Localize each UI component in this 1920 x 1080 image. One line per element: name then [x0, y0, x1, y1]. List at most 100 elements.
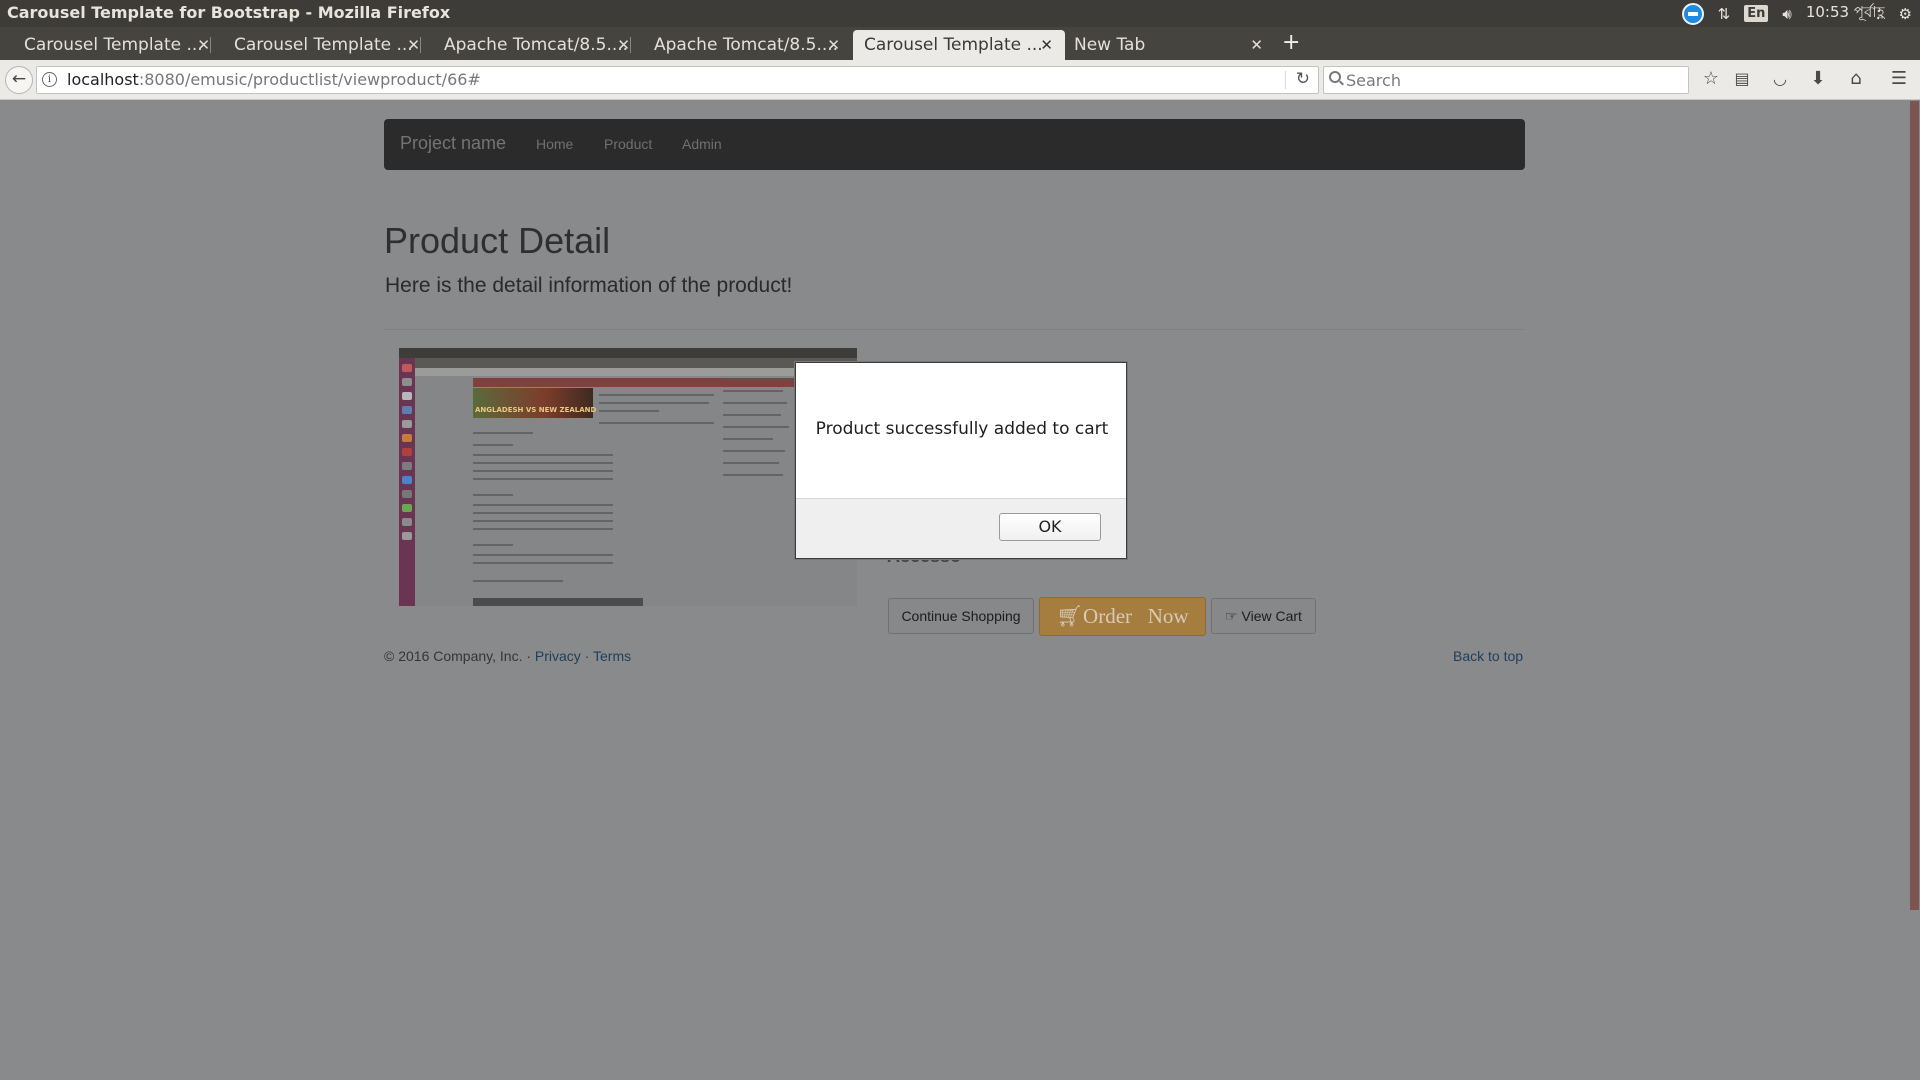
tab-label: Apache Tomcat/8.5.... [444, 35, 629, 55]
download-arrow-icon[interactable]: ⬇ [1806, 68, 1830, 90]
scrollbar-thumb[interactable] [1910, 101, 1919, 910]
launcher-icon [402, 364, 412, 372]
url-text[interactable]: localhost:8080/emusic/productlist/viewpr… [67, 70, 481, 89]
nav-link-admin[interactable]: Admin [682, 136, 722, 152]
close-tab-icon[interactable]: ✕ [617, 30, 630, 60]
tab-new-tab[interactable]: New Tab ✕ [1063, 30, 1275, 60]
thumbnail-text-line [473, 554, 613, 556]
hand-point-icon: ☞ [1225, 608, 1242, 624]
thumbnail-text-line [723, 390, 783, 392]
close-tab-icon[interactable]: ✕ [1040, 30, 1053, 60]
search-placeholder: Search [1346, 71, 1401, 90]
ok-button[interactable]: OK [999, 513, 1101, 541]
network-icon[interactable]: ⇅ [1718, 5, 1731, 23]
thumbnail-text-line [473, 528, 613, 530]
launcher-icon [402, 490, 412, 498]
site-navbar: Project name Home Product Admin [384, 119, 1525, 170]
launcher-icon [402, 462, 412, 470]
thumbnail-photo-caption: ANGLADESH VS NEW ZEALAND [475, 406, 597, 414]
thumbnail-text-line [473, 544, 513, 546]
launcher-icon [402, 518, 412, 526]
hamburger-menu-icon[interactable]: ☰ [1887, 68, 1911, 90]
tab-carousel-active[interactable]: Carousel Template ... ✕ [853, 30, 1065, 60]
new-tab-plus-icon[interactable]: + [1282, 31, 1300, 55]
dialog-message: Product successfully added to cart [815, 419, 1109, 439]
thumbnail-text-line [599, 402, 709, 404]
thumbnail-text-line [599, 394, 714, 396]
teamviewer-icon[interactable] [1681, 2, 1704, 25]
thumbnail-launcher [399, 358, 415, 606]
reload-icon[interactable]: ↻ [1296, 69, 1310, 89]
url-bar[interactable]: i localhost:8080/emusic/productlist/view… [36, 66, 1319, 94]
continue-shopping-label: Continue Shopping [901, 608, 1021, 624]
footer-separator: · [580, 648, 594, 664]
view-cart-button[interactable]: ☞ View Cart [1211, 598, 1316, 634]
close-tab-icon[interactable]: ✕ [827, 30, 840, 60]
thumbnail-text-line [473, 470, 613, 472]
footer-copyright: © 2016 Company, Inc. · Privacy · Terms [384, 648, 631, 664]
thumbnail-text-line [723, 438, 773, 440]
keyboard-layout-indicator[interactable]: En [1744, 5, 1769, 22]
navbar-brand[interactable]: Project name [400, 133, 506, 154]
volume-icon[interactable]: 🔊︎ [1782, 5, 1791, 23]
settings-gear-icon[interactable]: ⚙ [1899, 5, 1912, 23]
close-tab-icon[interactable]: ✕ [407, 30, 420, 60]
page-lead: Here is the detail information of the pr… [385, 274, 793, 297]
privacy-link[interactable]: Privacy [535, 648, 581, 664]
thumbnail-text-line [723, 462, 779, 464]
tab-tomcat-1[interactable]: Apache Tomcat/8.5.... ✕ [420, 30, 642, 60]
bookmark-star-icon[interactable]: ☆ [1699, 68, 1723, 90]
browser-tab-strip: Carousel Template ... ✕ Carousel Templat… [0, 27, 1920, 60]
thumbnail-text-line [473, 494, 513, 496]
tab-tomcat-2[interactable]: Apache Tomcat/8.5.... ✕ [630, 30, 852, 60]
tab-carousel-2[interactable]: Carousel Template ... ✕ [210, 30, 432, 60]
nav-link-home[interactable]: Home [536, 136, 573, 152]
terms-link[interactable]: Terms [593, 648, 631, 664]
alert-dialog: Product successfully added to cart OK [795, 362, 1127, 559]
thumbnail-text-line [599, 422, 714, 424]
thumbnail-text-line [473, 504, 613, 506]
thumbnail-text-line [599, 410, 659, 412]
site-info-icon[interactable]: i [42, 72, 57, 87]
page-title: Product Detail [384, 220, 611, 261]
nav-link-product[interactable]: Product [604, 136, 652, 152]
browser-toolbar: ← i localhost:8080/emusic/productlist/vi… [0, 60, 1920, 100]
launcher-icon [402, 420, 412, 428]
thumbnail-footer-bar [473, 598, 643, 606]
thumbnail-text-line [473, 462, 613, 464]
close-tab-icon[interactable]: ✕ [197, 30, 210, 60]
cart-icon: 🛒︎ [1056, 604, 1084, 628]
system-tray: ⇅ En 🔊︎ 10:53 পূর্বাহ্ণ ⚙ [1681, 0, 1920, 27]
search-input[interactable]: Search [1323, 66, 1689, 94]
tab-carousel-1[interactable]: Carousel Template ... ✕ [0, 30, 222, 60]
clock[interactable]: 10:53 পূর্বাহ্ণ [1806, 1, 1885, 26]
url-divider [1285, 71, 1286, 89]
divider [384, 329, 1525, 330]
window-title: Carousel Template for Bootstrap - Mozill… [7, 3, 451, 22]
home-icon[interactable]: ⌂ [1844, 68, 1868, 90]
tab-label: New Tab [1074, 35, 1146, 55]
tab-label: Carousel Template ... [864, 35, 1043, 55]
pocket-icon[interactable]: ◡ [1768, 68, 1792, 90]
tab-label: Carousel Template ... [234, 35, 413, 55]
reading-list-icon[interactable]: ▤ [1730, 68, 1754, 90]
thumbnail-text-line [473, 432, 533, 434]
thumbnail-text-line [723, 414, 781, 416]
dialog-footer: OK [796, 498, 1126, 558]
launcher-icon [402, 448, 412, 456]
search-icon [1329, 71, 1341, 83]
continue-shopping-button[interactable]: Continue Shopping [888, 598, 1034, 634]
close-tab-icon[interactable]: ✕ [1250, 30, 1263, 60]
launcher-icon [402, 434, 412, 442]
thumbnail-text-line [723, 378, 793, 380]
product-image: ANGLADESH VS NEW ZEALAND [399, 348, 857, 606]
os-title-bar: Carousel Template for Bootstrap - Mozill… [0, 0, 1920, 27]
order-now-button[interactable]: 🛒︎Order Now [1039, 597, 1206, 636]
thumbnail-text-line [473, 562, 613, 564]
page-background-overlay [0, 101, 1909, 1080]
back-to-top-link[interactable]: Back to top [1453, 648, 1523, 664]
tab-label: Carousel Template ... [24, 35, 203, 55]
back-arrow-icon[interactable]: ← [5, 66, 33, 94]
tab-label: Apache Tomcat/8.5.... [654, 35, 839, 55]
launcher-icon [402, 406, 412, 414]
